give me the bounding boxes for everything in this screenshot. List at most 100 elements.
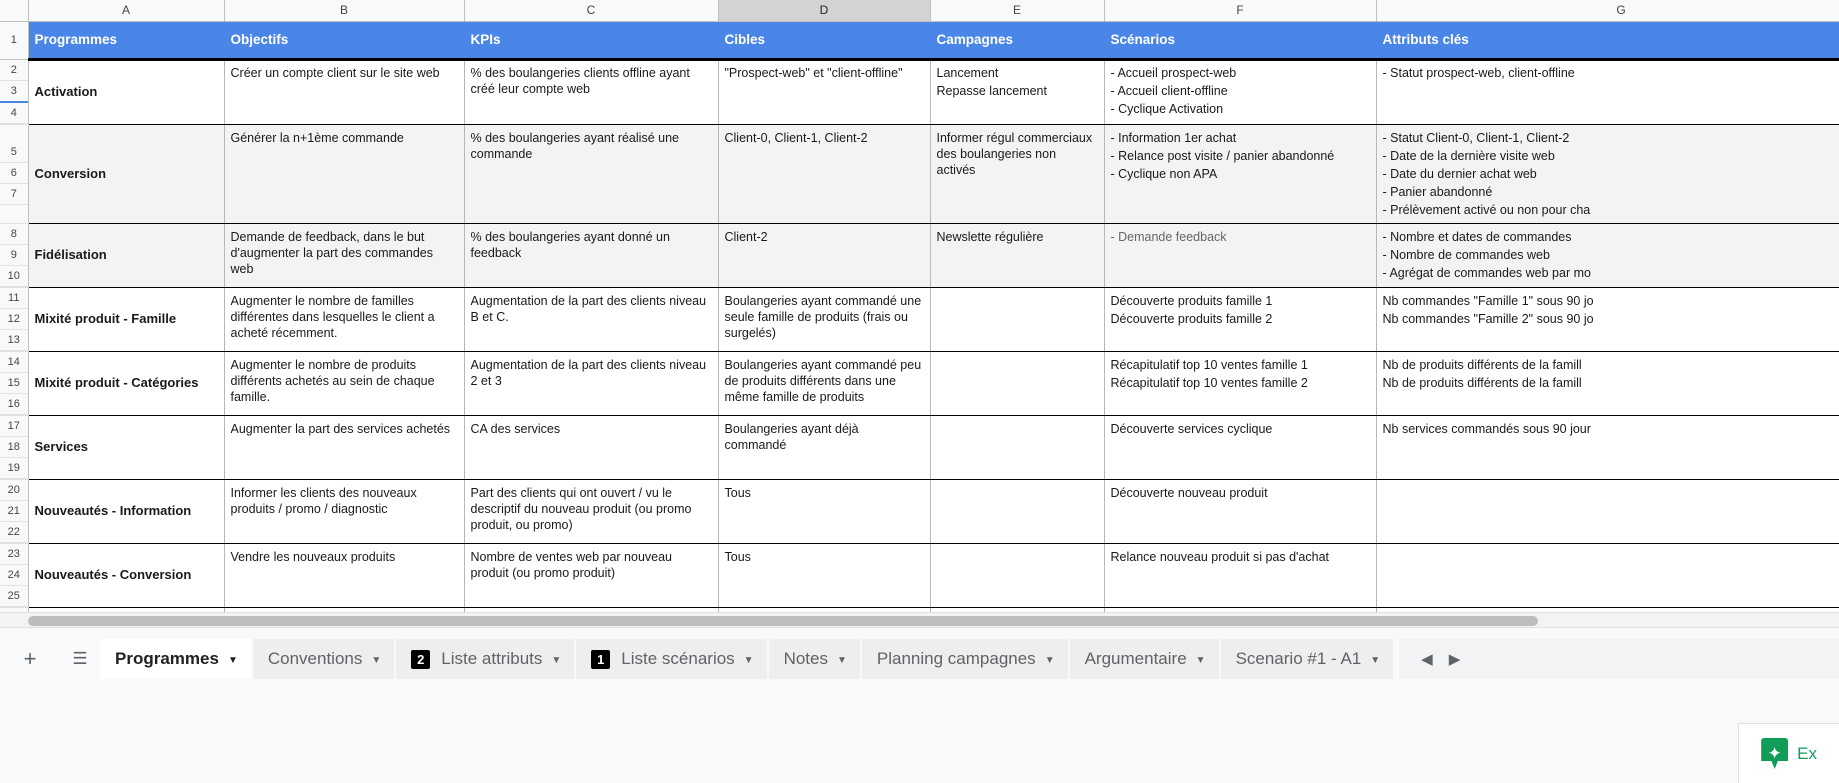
row-number[interactable]: 25 (0, 586, 28, 607)
cell-objectif[interactable]: Augmenter le nombre de produits différen… (224, 351, 464, 415)
cell-attributs[interactable] (1376, 479, 1839, 543)
add-sheet-button[interactable]: + (10, 639, 50, 679)
cell-objectif[interactable]: Vendre les nouveaux produits (224, 543, 464, 607)
column-header-g[interactable]: G (1376, 0, 1839, 21)
row-number[interactable]: 4 (0, 103, 28, 124)
row-number[interactable]: 10 (0, 266, 28, 287)
cell-campagnes[interactable]: LancementRepasse lancement (930, 59, 1104, 124)
column-header-f[interactable]: F (1104, 0, 1376, 21)
row-number[interactable]: 20 (0, 480, 28, 501)
header-cell-cibles[interactable]: Cibles (718, 21, 930, 59)
cell-cible[interactable]: "Prospect-web" et "client-offline" (718, 59, 930, 124)
table-row[interactable]: 234ActivationCréer un compte client sur … (0, 59, 1839, 124)
row-number[interactable]: 1 (0, 21, 28, 59)
row-number[interactable]: 18 (0, 437, 28, 458)
cell-campagnes[interactable] (930, 415, 1104, 479)
row-number[interactable]: 5 (0, 142, 28, 163)
row-number-group[interactable]: 8910 (0, 223, 28, 287)
column-header-c[interactable]: C (464, 0, 718, 21)
cell-kpi[interactable]: Augmentation de la part des clients nive… (464, 351, 718, 415)
cell-programme[interactable]: Mixité produit - Famille (28, 287, 224, 351)
spreadsheet-grid[interactable]: ABCDEFG1ProgrammesObjectifsKPIsCiblesCam… (0, 0, 1839, 612)
cell-kpi[interactable]: % des boulangeries ayant réalisé une com… (464, 124, 718, 223)
cell-attributs[interactable]: Nb commandes "Famille 1" sous 90 joNb co… (1376, 287, 1839, 351)
chevron-down-icon[interactable]: ▼ (1045, 655, 1055, 666)
sheet-tab-argumentaire[interactable]: Argumentaire▼ (1070, 639, 1219, 679)
cell-attributs[interactable]: Nb services commandés sous 90 jour (1376, 415, 1839, 479)
row-number[interactable]: 11 (0, 288, 28, 309)
sheet-tab-programmes[interactable]: Programmes▼ (100, 639, 251, 679)
table-row[interactable]: 171819ServicesAugmenter la part des serv… (0, 415, 1839, 479)
table-row[interactable]: 141516Mixité produit - CatégoriesAugment… (0, 351, 1839, 415)
sheet-tab-notes[interactable]: Notes▼ (769, 639, 860, 679)
row-number[interactable]: 24 (0, 565, 28, 586)
table-row[interactable]: 202122Nouveautés - InformationInformer l… (0, 479, 1839, 543)
cell-kpi[interactable]: Augmentation de la part des clients nive… (464, 287, 718, 351)
horizontal-scrollbar-thumb[interactable] (28, 616, 1538, 626)
cell-campagnes[interactable] (930, 543, 1104, 607)
cell-attributs[interactable]: - Statut Client-0, Client-1, Client-2- D… (1376, 124, 1839, 223)
chevron-down-icon[interactable]: ▼ (551, 655, 561, 666)
column-header-e[interactable]: E (930, 0, 1104, 21)
cell-kpi[interactable]: Nombre de ventes web par nouveau produit… (464, 543, 718, 607)
row-number[interactable]: 2 (0, 60, 28, 81)
chevron-down-icon[interactable]: ▼ (371, 655, 381, 666)
header-cell-attributs[interactable]: Attributs clés (1376, 21, 1839, 59)
cell-cible[interactable]: Client-0, Client-1, Client-2 (718, 124, 930, 223)
cell-cible[interactable]: Boulangeries ayant commandé peu de produ… (718, 351, 930, 415)
cell-objectif[interactable]: Générer la n+1ème commande (224, 124, 464, 223)
cell-scenarios[interactable]: Récapitulatif top 10 ventes famille 1Réc… (1104, 351, 1376, 415)
row-number[interactable]: 3 (0, 81, 28, 103)
all-sheets-button[interactable]: ☰ (60, 639, 100, 679)
row-number-group[interactable]: 111213 (0, 287, 28, 351)
cell-cible[interactable]: Tous (718, 479, 930, 543)
chevron-down-icon[interactable]: ▼ (1370, 655, 1380, 666)
cell-objectif[interactable]: Augmenter le nombre de familles différen… (224, 287, 464, 351)
header-cell-objectifs[interactable]: Objectifs (224, 21, 464, 59)
row-number-group[interactable]: 141516 (0, 351, 28, 415)
cell-kpi[interactable]: CA des services (464, 415, 718, 479)
chevron-down-icon[interactable]: ▼ (1196, 655, 1206, 666)
chevron-down-icon[interactable]: ▼ (228, 655, 238, 666)
cell-kpi[interactable]: % des boulangeries clients offline ayant… (464, 59, 718, 124)
row-number[interactable]: 17 (0, 416, 28, 437)
cell-campagnes[interactable]: Newslette régulière (930, 223, 1104, 287)
cell-programme[interactable]: Activation (28, 59, 224, 124)
cell-scenarios[interactable]: - Demande feedback (1104, 223, 1376, 287)
row-number[interactable]: 14 (0, 352, 28, 373)
cell-objectif[interactable]: Augmenter la part des services achetés (224, 415, 464, 479)
cell-cible[interactable]: Client-2 (718, 223, 930, 287)
row-number-group[interactable]: 232425 (0, 543, 28, 607)
cell-scenarios[interactable]: - Accueil prospect-web- Accueil client-o… (1104, 59, 1376, 124)
sheet-tab-scenario-1-a1[interactable]: Scenario #1 - A1▼ (1221, 639, 1394, 679)
table-row[interactable]: 8910FidélisationDemande de feedback, dan… (0, 223, 1839, 287)
cell-campagnes[interactable] (930, 479, 1104, 543)
row-number[interactable]: 6 (0, 163, 28, 184)
row-number-group[interactable]: 171819 (0, 415, 28, 479)
cell-scenarios[interactable]: - Information 1er achat- Relance post vi… (1104, 124, 1376, 223)
row-number[interactable]: 15 (0, 373, 28, 394)
header-cell-programmes[interactable]: Programmes (28, 21, 224, 59)
cell-attributs[interactable]: - Statut prospect-web, client-offline (1376, 59, 1839, 124)
cell-kpi[interactable]: Part des clients qui ont ouvert / vu le … (464, 479, 718, 543)
row-number-group[interactable]: 567 (0, 124, 28, 223)
cell-programme[interactable]: Nouveautés - Conversion (28, 543, 224, 607)
row-number[interactable]: 9 (0, 245, 28, 266)
cell-objectif[interactable]: Demande de feedback, dans le but d'augme… (224, 223, 464, 287)
table-row[interactable]: 111213Mixité produit - FamilleAugmenter … (0, 287, 1839, 351)
cell-scenarios[interactable]: Découverte produits famille 1Découverte … (1104, 287, 1376, 351)
cell-scenarios[interactable]: Découverte nouveau produit (1104, 479, 1376, 543)
row-number[interactable]: 8 (0, 224, 28, 245)
cell-scenarios[interactable]: Relance nouveau produit si pas d'achat (1104, 543, 1376, 607)
cell-programme[interactable]: Nouveautés - Information (28, 479, 224, 543)
row-number-group[interactable]: 202122 (0, 479, 28, 543)
chevron-down-icon[interactable]: ▼ (744, 655, 754, 666)
cell-objectif[interactable]: Informer les clients des nouveaux produi… (224, 479, 464, 543)
column-header-d[interactable]: D (718, 0, 930, 21)
sheet-tab-planning-campagnes[interactable]: Planning campagnes▼ (862, 639, 1068, 679)
row-number-group[interactable]: 234 (0, 59, 28, 124)
sheet-tab-liste-sc-narios[interactable]: 1Liste scénarios▼ (576, 639, 766, 679)
cell-campagnes[interactable] (930, 351, 1104, 415)
chevron-down-icon[interactable]: ▼ (837, 655, 847, 666)
row-number[interactable]: 22 (0, 522, 28, 543)
